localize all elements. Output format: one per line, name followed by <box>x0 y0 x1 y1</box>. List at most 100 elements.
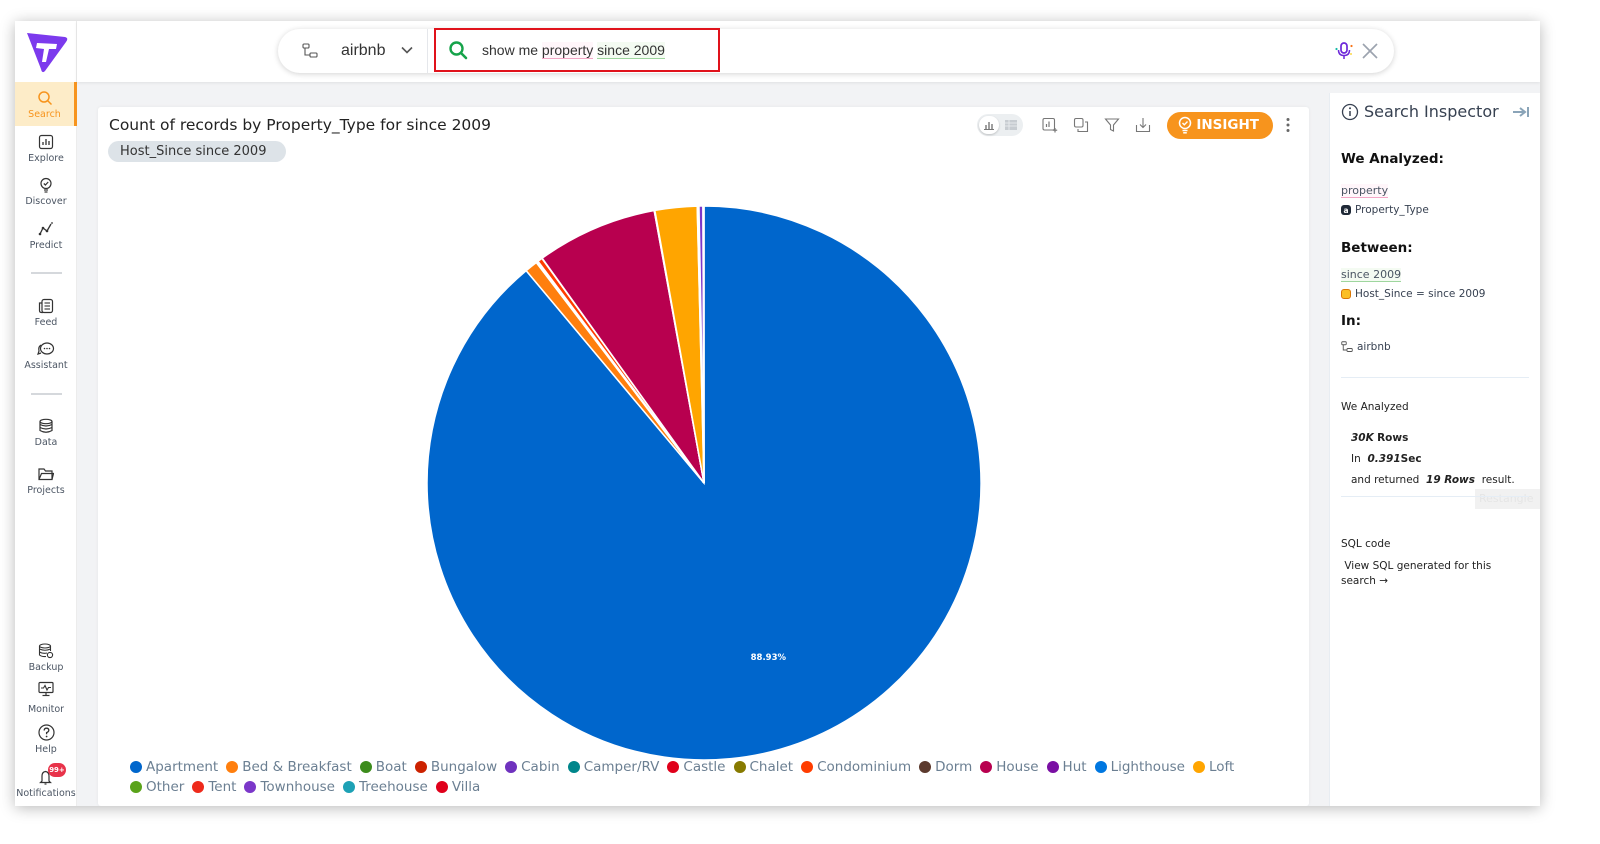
predict-icon <box>37 220 55 238</box>
sidebar-item-search[interactable]: Search <box>15 82 77 126</box>
add-chart-button[interactable] <box>1041 116 1059 134</box>
app-logo[interactable] <box>23 27 69 73</box>
sidebar-item-predict[interactable]: Predict <box>15 213 77 257</box>
between-filter: Host_Since = since 2009 <box>1341 288 1485 300</box>
legend-item-bungalow[interactable]: Bungalow <box>414 758 497 776</box>
query-prefix: show me <box>482 42 542 58</box>
legend-item-loft[interactable]: Loft <box>1192 758 1235 776</box>
filter-chip[interactable]: Host_Since since 2009 <box>108 141 287 162</box>
download-icon <box>1136 118 1151 133</box>
legend-label: Castle <box>683 759 726 775</box>
sidebar-item-assistant[interactable]: Assistant <box>15 333 77 377</box>
legend-label: Condominium <box>817 759 912 775</box>
legend-item-boat[interactable]: Boat <box>359 758 407 776</box>
query-token-since: since 2009 <box>597 42 665 59</box>
chart-icon <box>37 133 55 151</box>
sidebar-item-label: Help <box>35 743 57 755</box>
search-icon <box>36 89 54 107</box>
legend-item-condominium[interactable]: Condominium <box>801 758 911 776</box>
filter-icon <box>1104 118 1121 132</box>
sidebar-item-label: Projects <box>27 484 65 496</box>
search-icon <box>449 41 468 60</box>
legend-swatch <box>667 761 680 773</box>
legend-item-chalet[interactable]: Chalet <box>733 758 793 776</box>
legend-swatch <box>130 761 142 773</box>
legend-item-house[interactable]: House <box>980 758 1039 776</box>
search-inspector-panel: Search Inspector We Analyzed: property a… <box>1329 93 1540 806</box>
legend-item-castle[interactable]: Castle <box>667 758 726 776</box>
close-icon[interactable] <box>1360 41 1380 61</box>
sidebar-item-explore[interactable]: Explore <box>15 126 77 170</box>
sidebar-item-discover[interactable]: Discover <box>15 169 77 213</box>
legend-item-camper-rv[interactable]: Camper/RV <box>567 758 659 776</box>
more-options-icon[interactable] <box>1281 115 1295 135</box>
legend-swatch <box>567 761 580 773</box>
legend-item-lighthouse[interactable]: Lighthouse <box>1094 758 1185 776</box>
feed-icon <box>37 297 55 315</box>
sidebar-item-label: Monitor <box>27 703 65 715</box>
collapse-panel-icon[interactable] <box>1512 105 1530 119</box>
chart-table-toggle[interactable] <box>977 114 1024 136</box>
in-source: airbnb <box>1341 341 1391 353</box>
time-unit: Sec <box>1400 453 1422 465</box>
duplicate-button[interactable] <box>1072 116 1090 134</box>
sidebar-item-label: Explore <box>28 152 64 164</box>
sidebar-item-feed[interactable]: Feed <box>15 290 77 334</box>
legend-swatch <box>733 761 746 773</box>
sidebar-item-help[interactable]: Help <box>15 717 77 761</box>
datasource-select[interactable]: airbnb <box>278 29 428 73</box>
chart-card: Count of records by Property_Type for si… <box>98 107 1309 806</box>
legend-item-treehouse[interactable]: Treehouse <box>342 778 428 796</box>
legend-item-hut[interactable]: Hut <box>1046 758 1087 776</box>
time-prefix: In <box>1351 453 1361 465</box>
sidebar-item-label: Predict <box>29 239 63 251</box>
search-input[interactable]: show me property since 2009 <box>434 28 720 72</box>
database-icon <box>37 417 55 435</box>
legend-item-dorm[interactable]: Dorm <box>919 758 972 776</box>
analyzed-column: a Property_Type <box>1341 204 1429 216</box>
legend-swatch <box>226 761 239 773</box>
download-button[interactable] <box>1134 116 1152 134</box>
sidebar-item-data[interactable]: Data <box>15 410 77 454</box>
legend-item-apartment[interactable]: Apartment <box>130 758 218 776</box>
sidebar-item-projects[interactable]: Projects <box>15 458 77 502</box>
sidebar-item-backup[interactable]: Backup <box>15 635 77 679</box>
datasource-icon <box>302 43 318 58</box>
chart-view-icon <box>979 116 1000 134</box>
sidebar-item-monitor[interactable]: Monitor <box>15 675 77 719</box>
analyzed-token: property <box>1341 184 1389 198</box>
we-analyzed-heading: We Analyzed: <box>1341 151 1444 167</box>
returned-value: 19 Rows <box>1426 474 1476 486</box>
chevron-down-icon <box>401 46 413 54</box>
calendar-icon <box>1341 289 1351 299</box>
legend-swatch <box>342 781 355 793</box>
legend-swatch <box>359 761 372 773</box>
app-window: Search Explore Discover Predict Feed Ass… <box>15 21 1540 806</box>
legend-item-villa[interactable]: Villa <box>435 778 480 796</box>
insight-label: INSIGHT <box>1196 117 1259 133</box>
legend-label: Apartment <box>146 759 219 775</box>
chart-toolbar: INSIGHT <box>977 111 1295 139</box>
sidebar-divider <box>31 393 62 395</box>
insight-button[interactable]: INSIGHT <box>1167 111 1273 139</box>
legend-item-bed-breakfast[interactable]: Bed & Breakfast <box>226 758 352 776</box>
sidebar-divider <box>31 272 62 274</box>
legend-label: Loft <box>1208 759 1235 775</box>
view-sql-link[interactable]: View SQL generated for this search → <box>1341 559 1511 589</box>
legend-item-cabin[interactable]: Cabin <box>505 758 560 776</box>
sidebar-item-label: Notifications <box>16 787 76 799</box>
legend-item-tent[interactable]: Tent <box>192 778 236 796</box>
legend-item-other[interactable]: Other <box>130 778 184 796</box>
notification-badge: 99+ <box>48 763 66 777</box>
view-sql-text: View SQL generated for this search → <box>1341 560 1492 587</box>
microphone-icon[interactable] <box>1334 41 1354 61</box>
legend-item-townhouse[interactable]: Townhouse <box>244 778 335 796</box>
legend-label: Hut <box>1062 759 1087 775</box>
sidebar-item-notifications[interactable]: 99+ Notifications <box>15 761 77 805</box>
filter-button[interactable] <box>1103 116 1121 134</box>
datasource-label: airbnb <box>341 42 386 59</box>
duplicate-icon <box>1074 117 1089 133</box>
legend-swatch <box>919 761 932 773</box>
pie-slice-villa[interactable] <box>702 205 705 484</box>
time-taken: In 0.391Sec <box>1351 453 1422 465</box>
